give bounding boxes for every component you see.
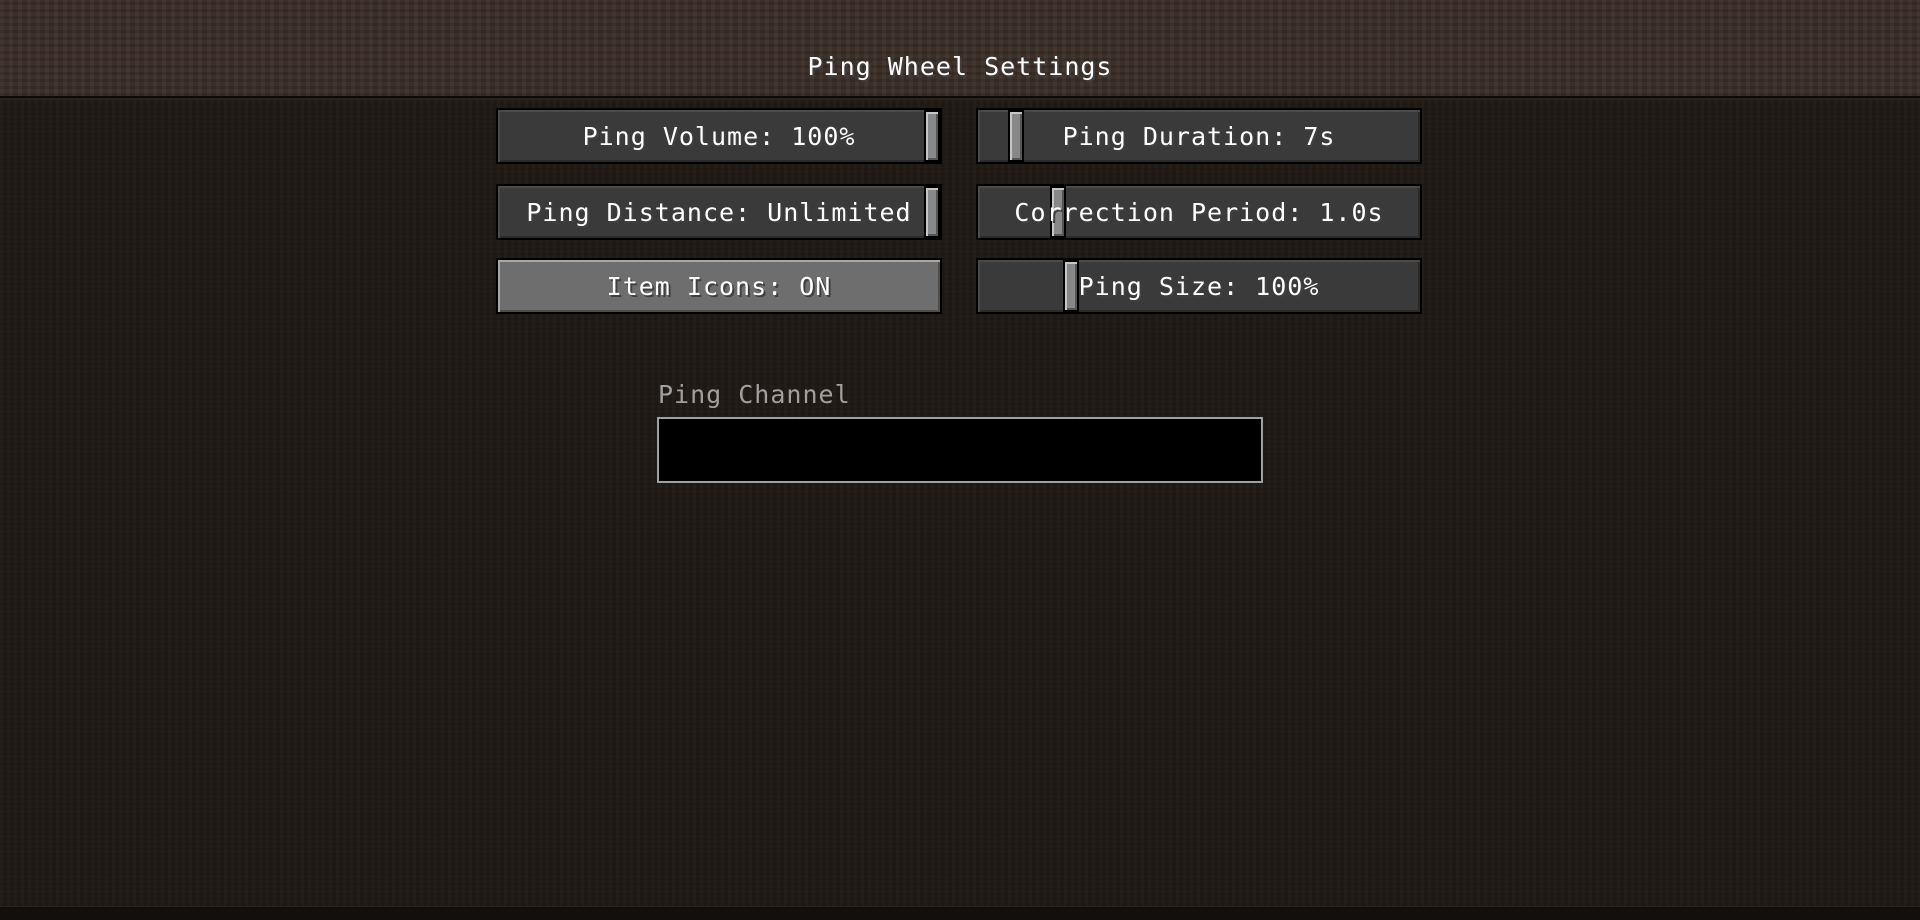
slider-label: Ping Volume: 100% [582,121,856,151]
slider-label: Correction Period: 1.0s [1014,197,1384,227]
button-label: Item Icons: ON [606,271,832,301]
ping-volume-slider[interactable]: Ping Volume: 100% [496,108,942,164]
ping-duration-slider[interactable]: Ping Duration: 7s [976,108,1422,164]
ping-channel-label: Ping Channel [658,380,851,409]
item-icons-toggle-button[interactable]: Item Icons: ON [496,258,942,314]
slider-label: Ping Duration: 7s [1062,121,1336,151]
header-bar [0,0,1920,98]
slider-label: Ping Size: 100% [1078,271,1320,301]
page-title: Ping Wheel Settings [807,52,1113,81]
slider-label: Ping Distance: Unlimited [526,197,912,227]
correction-period-slider[interactable]: Correction Period: 1.0s [976,184,1422,240]
ping-channel-input[interactable] [657,417,1263,483]
ping-distance-slider[interactable]: Ping Distance: Unlimited [496,184,942,240]
ping-size-slider[interactable]: Ping Size: 100% [976,258,1422,314]
settings-screen: Ping Wheel Settings Ping Volume: 100% Pi… [0,0,1920,920]
footer-divider [0,906,1920,920]
